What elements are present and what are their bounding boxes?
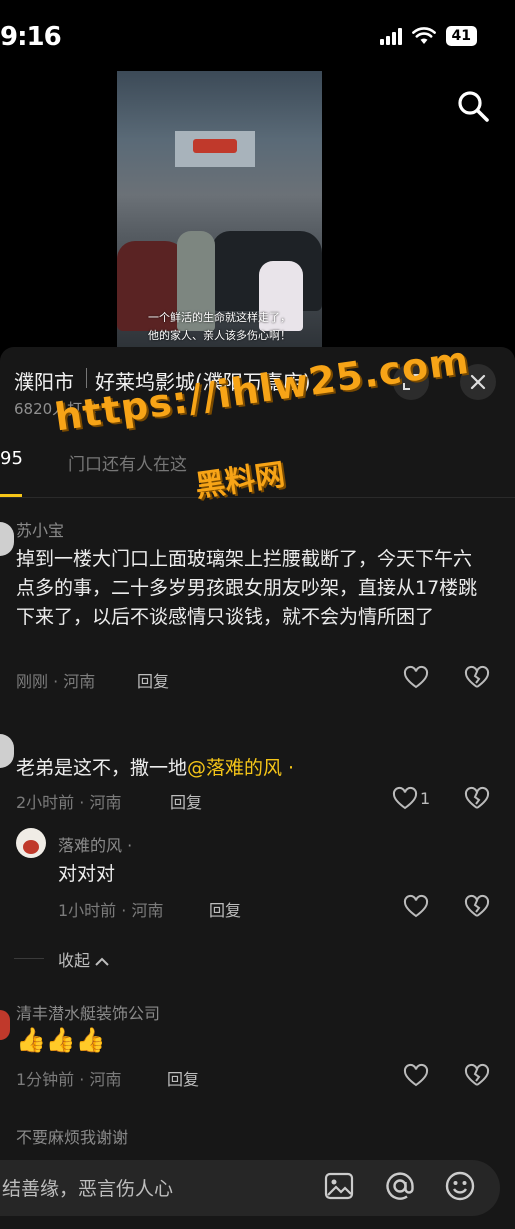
comment-meta: 1分钟前 · 河南 <box>16 1070 122 1089</box>
at-icon[interactable] <box>383 1169 417 1203</box>
broken-heart-icon[interactable] <box>464 786 490 812</box>
signal-icon <box>379 27 402 45</box>
status-icons: 41 <box>379 26 477 46</box>
video-caption: 一个鲜活的生命就这样走了， 他的家人、亲人该多伤心啊！ <box>148 311 291 342</box>
comment-username[interactable]: 落难的风 · <box>58 832 132 856</box>
tab-comments[interactable]: 95 <box>0 448 23 469</box>
image-icon[interactable] <box>322 1169 356 1203</box>
heart-icon[interactable] <box>403 665 429 691</box>
chevron-up-icon <box>95 957 109 966</box>
broken-heart-icon[interactable] <box>464 894 490 920</box>
emoji-icon[interactable] <box>443 1169 477 1203</box>
comment-text: 掉到一楼大门口上面玻璃架上拦腰截断了，今天下午六点多的事，二十多岁男孩跟女朋友吵… <box>16 548 478 628</box>
collapse-replies-button[interactable]: 收起 <box>58 947 109 971</box>
comment-meta: 2小时前 · 河南 <box>16 793 122 812</box>
mention-link[interactable]: @落难的风 · <box>187 757 294 779</box>
close-icon <box>470 374 486 390</box>
tab-second[interactable]: 门口还有人在这 <box>68 450 187 475</box>
building-sign <box>175 131 255 167</box>
battery-icon: 41 <box>445 26 477 46</box>
reply-button[interactable]: 回复 <box>209 897 241 921</box>
broken-heart-icon[interactable] <box>464 1063 490 1089</box>
comment-meta: 1小时前 · 河南 <box>58 901 164 920</box>
like-count: 1 <box>420 789 431 808</box>
avatar[interactable] <box>16 828 46 858</box>
heart-icon[interactable] <box>392 786 418 812</box>
heart-icon[interactable] <box>403 1063 429 1089</box>
video-preview[interactable]: 一个鲜活的生命就这样走了， 他的家人、亲人该多伤心啊！ <box>117 71 322 347</box>
comment-text: 老弟是这不，撒一地@落难的风 · <box>16 757 295 779</box>
broken-heart-icon[interactable] <box>464 665 490 691</box>
reply-button[interactable]: 回复 <box>170 789 202 813</box>
comment-username[interactable]: 不要麻烦我谢谢 <box>16 1124 128 1148</box>
reply-button[interactable]: 回复 <box>167 1066 199 1090</box>
comment-username[interactable]: 清丰潜水艇装饰公司 <box>16 1000 160 1024</box>
wifi-icon <box>411 27 436 44</box>
comment-meta: 刚刚 · 河南 <box>16 672 96 691</box>
comment-username[interactable]: 苏小宝 <box>16 517 64 541</box>
location-separator <box>86 368 87 388</box>
comment-text: 👍👍👍 <box>16 1026 106 1054</box>
heart-icon[interactable] <box>403 894 429 920</box>
search-icon[interactable] <box>455 88 491 124</box>
status-time: 9:16 <box>0 22 62 52</box>
comment-text: 对对对 <box>58 863 116 885</box>
collapse-divider <box>14 958 44 959</box>
location-city[interactable]: 濮阳市 <box>14 366 74 395</box>
reply-button[interactable]: 回复 <box>137 668 169 692</box>
comment-input[interactable]: 结善缘，恶言伤人心 <box>2 1174 173 1201</box>
